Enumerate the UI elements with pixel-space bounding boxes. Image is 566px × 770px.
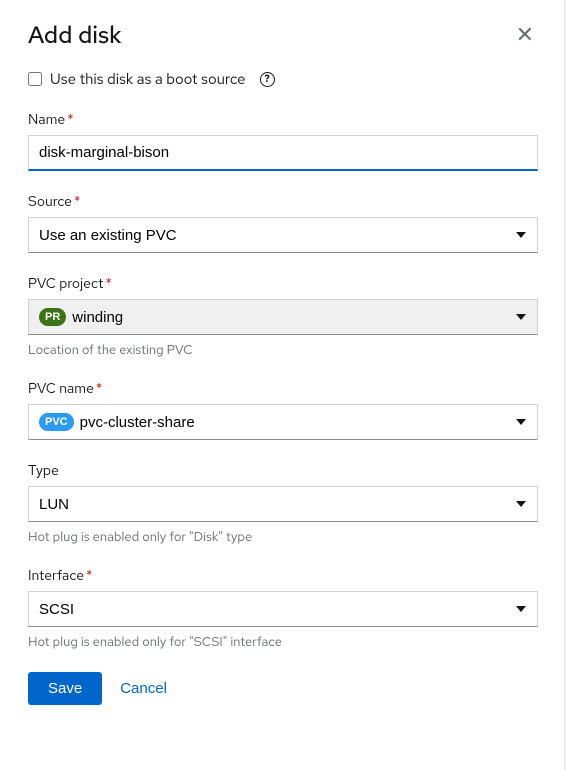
pvc-project-helper: Location of the existing PVC <box>28 341 538 358</box>
modal-title: Add disk <box>28 20 122 51</box>
boot-source-label: Use this disk as a boot source <box>50 69 246 89</box>
project-badge: PR <box>39 308 66 326</box>
type-label: Type <box>28 462 538 480</box>
pvc-name-label-text: PVC name <box>28 380 94 398</box>
modal-header: Add disk ✕ <box>28 20 538 51</box>
pvc-name-label: PVC name* <box>28 380 538 398</box>
pvc-project-select[interactable]: PR winding <box>28 299 538 335</box>
name-label-text: Name <box>28 111 65 129</box>
interface-helper: Hot plug is enabled only for "SCSI" inte… <box>28 633 538 650</box>
interface-group: Interface* SCSI Hot plug is enabled only… <box>28 567 538 650</box>
source-select-wrap: Use an existing PVC <box>28 217 538 253</box>
name-group: Name* <box>28 111 538 171</box>
pvc-project-group: PVC project* PR winding Location of the … <box>28 275 538 358</box>
pvc-project-label: PVC project* <box>28 275 538 293</box>
name-input[interactable] <box>28 135 538 171</box>
source-label: Source* <box>28 193 538 211</box>
pvc-name-select[interactable]: PVC pvc-cluster-share <box>28 404 538 440</box>
pvc-project-label-text: PVC project <box>28 275 103 293</box>
required-marker: * <box>96 380 102 398</box>
close-icon: ✕ <box>516 22 534 47</box>
required-marker: * <box>86 567 92 585</box>
required-marker: * <box>74 193 80 211</box>
source-value: Use an existing PVC <box>39 227 177 244</box>
source-group: Source* Use an existing PVC <box>28 193 538 253</box>
pvc-project-value: winding <box>72 309 123 326</box>
save-button[interactable]: Save <box>28 672 102 705</box>
close-button[interactable]: ✕ <box>512 20 538 50</box>
interface-select-wrap: SCSI <box>28 591 538 627</box>
type-select[interactable]: LUN <box>28 486 538 522</box>
pvc-badge: PVC <box>39 413 74 431</box>
boot-source-row: Use this disk as a boot source ? <box>28 69 538 89</box>
cancel-button[interactable]: Cancel <box>120 680 167 697</box>
type-select-wrap: LUN <box>28 486 538 522</box>
pvc-project-select-wrap: PR winding <box>28 299 538 335</box>
interface-select[interactable]: SCSI <box>28 591 538 627</box>
boot-source-checkbox[interactable] <box>28 72 42 86</box>
help-icon[interactable]: ? <box>260 72 275 87</box>
source-label-text: Source <box>28 193 72 211</box>
interface-label: Interface* <box>28 567 538 585</box>
interface-value: SCSI <box>39 601 74 618</box>
name-label: Name* <box>28 111 538 129</box>
pvc-name-group: PVC name* PVC pvc-cluster-share <box>28 380 538 440</box>
type-helper: Hot plug is enabled only for "Disk" type <box>28 528 538 545</box>
type-value: LUN <box>39 496 69 513</box>
pvc-name-select-wrap: PVC pvc-cluster-share <box>28 404 538 440</box>
modal-footer: Save Cancel <box>28 672 538 705</box>
add-disk-modal: Add disk ✕ Use this disk as a boot sourc… <box>0 0 566 729</box>
interface-label-text: Interface <box>28 567 84 585</box>
required-marker: * <box>105 275 111 293</box>
pvc-name-value: pvc-cluster-share <box>80 414 195 431</box>
type-group: Type LUN Hot plug is enabled only for "D… <box>28 462 538 545</box>
source-select[interactable]: Use an existing PVC <box>28 217 538 253</box>
required-marker: * <box>67 111 73 129</box>
